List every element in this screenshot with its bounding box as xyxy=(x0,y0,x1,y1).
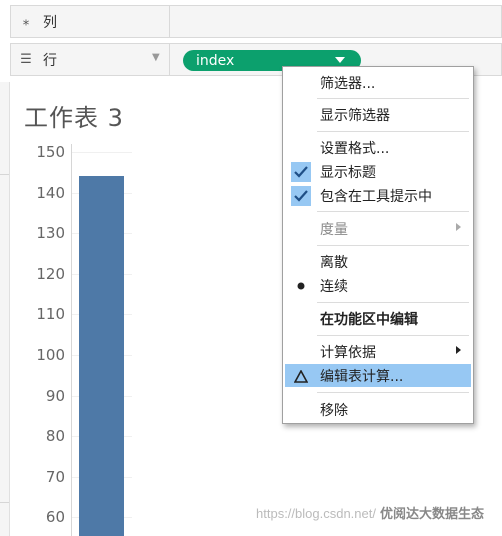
menu-item[interactable]: 离散 xyxy=(285,250,471,273)
left-panel-strip xyxy=(0,82,10,536)
menu-item: 度量 xyxy=(285,217,471,240)
y-axis-line xyxy=(71,144,72,536)
divider xyxy=(0,502,9,503)
menu-item[interactable]: 筛选器... xyxy=(285,71,471,94)
y-tick-label: 120 xyxy=(36,264,65,283)
menu-item[interactable]: 包含在工具提示中 xyxy=(285,184,471,207)
menu-item-label: 移除 xyxy=(320,402,348,419)
menu-item[interactable]: 设置格式... xyxy=(285,136,471,159)
divider xyxy=(0,174,9,175)
submenu-arrow-icon xyxy=(456,223,461,231)
menu-separator xyxy=(317,131,469,132)
menu-item-label: 离散 xyxy=(320,254,348,271)
rows-icon: ☰ xyxy=(20,52,32,67)
check-icon xyxy=(291,186,311,206)
menu-item-label: 显示标题 xyxy=(320,164,376,181)
menu-item[interactable]: 计算依据 xyxy=(285,340,471,363)
menu-separator xyxy=(317,98,469,99)
columns-label: 列 xyxy=(43,14,57,31)
menu-item-label: 编辑表计算... xyxy=(320,368,404,385)
pill-label: index xyxy=(196,52,235,69)
menu-item-label: 在功能区中编辑 xyxy=(320,311,418,328)
y-tick-label: 140 xyxy=(36,183,65,202)
rows-shelf-label: ☰ 行 ▼ xyxy=(11,44,170,75)
menu-separator xyxy=(317,211,469,212)
y-tick-label: 90 xyxy=(45,386,65,405)
bar-mark[interactable] xyxy=(79,176,124,536)
y-tick-label: 110 xyxy=(36,305,65,324)
radio-dot-icon xyxy=(291,276,311,296)
delta-icon xyxy=(291,366,311,386)
columns-shelf-label: ⁎ 列 xyxy=(11,6,170,37)
menu-item[interactable]: 移除 xyxy=(285,398,471,421)
menu-separator xyxy=(317,392,469,393)
y-tick-label: 70 xyxy=(45,467,65,486)
menu-separator xyxy=(317,335,469,336)
menu-separator xyxy=(317,245,469,246)
menu-item-label: 连续 xyxy=(320,278,348,295)
menu-item[interactable]: 显示筛选器 xyxy=(285,103,471,126)
menu-item-label: 设置格式... xyxy=(320,140,390,157)
submenu-arrow-icon xyxy=(456,346,461,354)
menu-item[interactable]: 显示标题 xyxy=(285,160,471,183)
y-tick-label: 100 xyxy=(36,346,65,364)
y-tick-label: 130 xyxy=(36,224,65,243)
menu-item-label: 计算依据 xyxy=(320,344,376,361)
columns-icon: ⁎ xyxy=(22,14,30,29)
check-icon xyxy=(291,162,311,182)
chevron-down-icon[interactable]: ▼ xyxy=(152,53,162,63)
y-tick-label: 150 xyxy=(36,143,65,161)
menu-separator xyxy=(317,302,469,303)
menu-item[interactable]: 连续 xyxy=(285,274,471,297)
watermark: https://blog.csdn.net/优阅达大数据生态 xyxy=(256,503,484,522)
menu-item[interactable]: 在功能区中编辑 xyxy=(285,307,471,330)
menu-item-label: 包含在工具提示中 xyxy=(320,188,432,205)
columns-shelf[interactable]: ⁎ 列 xyxy=(10,5,502,38)
menu-item-label: 筛选器... xyxy=(320,75,376,92)
gridline xyxy=(72,152,132,153)
rows-label: 行 xyxy=(43,52,57,69)
watermark-url: https://blog.csdn.net/ xyxy=(256,506,376,521)
y-tick-label: 60 xyxy=(45,508,65,527)
y-tick-label: 80 xyxy=(45,427,65,446)
menu-item[interactable]: 编辑表计算... xyxy=(285,364,471,387)
field-context-menu[interactable]: 筛选器... 显示筛选器设置格式... 显示标题包含在工具提示中 度量离散连续在功能区… xyxy=(282,66,474,424)
pill-dropdown-icon[interactable] xyxy=(335,57,345,63)
watermark-brand: 优阅达大数据生态 xyxy=(379,506,484,521)
menu-item-label: 显示筛选器 xyxy=(320,107,390,124)
menu-item-label: 度量 xyxy=(320,221,348,238)
